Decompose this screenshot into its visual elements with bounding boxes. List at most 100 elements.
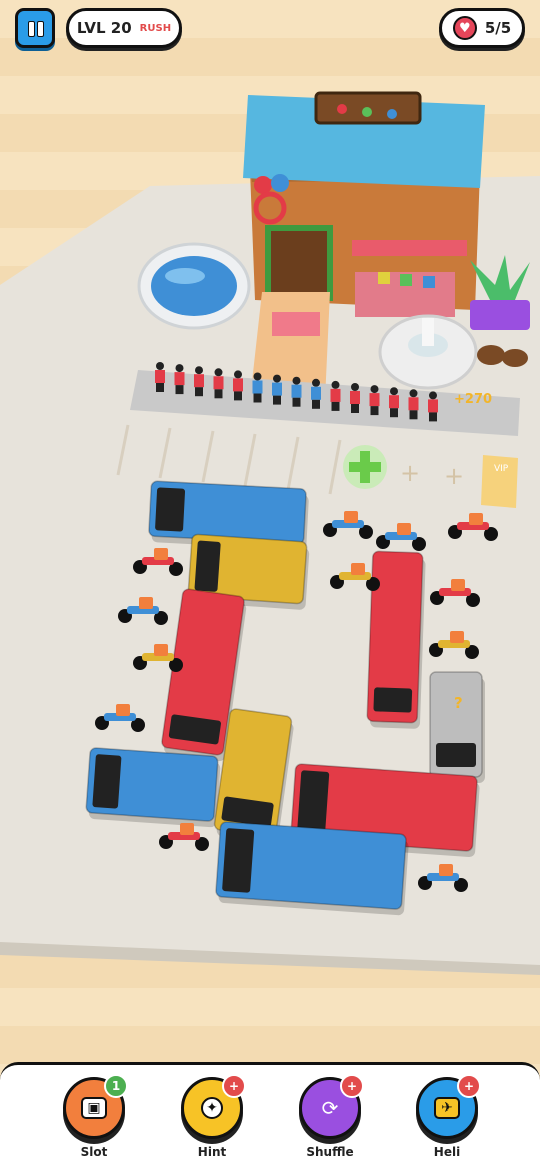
passenger-legs [331, 401, 340, 411]
passenger-legs [390, 408, 398, 418]
shuffle-button[interactable]: ⟳ + Shuffle [299, 1074, 364, 1159]
passenger-legs [273, 395, 281, 405]
locked-slot-plus: + [400, 459, 420, 487]
heli-circle: ✈ + [416, 1074, 481, 1139]
hint-button[interactable]: ✦ + Hint [181, 1074, 246, 1159]
passenger-head [195, 366, 203, 375]
motorbike-seat [180, 823, 194, 835]
passenger-head [331, 380, 340, 389]
level-badge: LVL 20 RUSH [66, 8, 182, 48]
passenger [291, 376, 302, 407]
passenger-head [214, 368, 223, 377]
pause-icon [37, 21, 44, 37]
passenger-body [174, 372, 185, 386]
passenger-legs [312, 399, 320, 409]
passenger-legs [253, 393, 262, 403]
passenger-head [156, 362, 164, 370]
van-blue[interactable] [85, 747, 221, 828]
passenger-head [292, 376, 301, 385]
passenger-head [429, 391, 437, 400]
passenger-legs [292, 397, 301, 407]
passenger [174, 364, 185, 395]
shop-building [243, 91, 485, 317]
mystery-vehicle[interactable] [429, 671, 485, 783]
passenger [252, 372, 263, 403]
passenger-legs [214, 389, 223, 399]
passenger-legs [175, 385, 184, 395]
passenger-legs [429, 412, 437, 422]
mystery-label: ? [454, 694, 463, 712]
passenger-body [350, 391, 360, 404]
passenger-head [253, 372, 262, 381]
slot-label: Slot [80, 1145, 108, 1159]
motorbike-seat [154, 644, 168, 656]
passenger-body [155, 370, 165, 383]
passenger-head [390, 387, 398, 396]
hint-circle: ✦ + [181, 1074, 246, 1139]
passenger [428, 391, 438, 422]
passenger-legs [195, 387, 203, 397]
passenger [233, 370, 243, 401]
vehicle-window [155, 487, 186, 532]
shuffle-label: Shuffle [306, 1145, 354, 1159]
passenger-body [213, 376, 224, 390]
passenger-body [194, 374, 204, 388]
passenger-head [312, 378, 320, 387]
slot-circle: ▣ 1 [63, 1074, 128, 1139]
passenger-body [272, 382, 282, 396]
passenger [350, 383, 360, 413]
shuffle-badge: + [340, 1074, 364, 1098]
vip-label: VIP [494, 464, 509, 474]
motorbike-seat [139, 597, 153, 609]
passenger [311, 378, 321, 409]
passenger [330, 380, 341, 411]
level-label: LVL 20 [76, 19, 132, 37]
passenger-body [233, 378, 243, 392]
pause-button[interactable] [15, 8, 55, 48]
passenger [369, 385, 380, 416]
passenger-body [408, 397, 419, 411]
heart-icon: ♥ [452, 16, 477, 40]
passenger-legs [370, 406, 379, 416]
passenger-head [370, 385, 379, 394]
bonus-score: +270 [454, 392, 492, 407]
passenger [389, 387, 399, 418]
pause-icon [28, 21, 35, 37]
vehicle-window [92, 754, 122, 809]
vehicle-window [222, 828, 255, 893]
slot-button[interactable]: ▣ 1 Slot [63, 1074, 128, 1159]
slot-badge: 1 [104, 1074, 128, 1098]
powerup-bar: ▣ 1 Slot ✦ + Hint ⟳ + Shuffle ✈ + Heli [0, 1062, 540, 1170]
bulb-icon: ✦ [201, 1097, 223, 1119]
passenger-head [234, 370, 242, 379]
lives-badge: ♥ 5/5 [439, 8, 525, 48]
hint-label: Hint [197, 1145, 227, 1159]
motorbike-seat [154, 548, 168, 560]
passenger [194, 366, 204, 397]
game-board: + + VIP +270 ? [0, 91, 540, 975]
hint-badge: + [222, 1074, 246, 1098]
passenger-body [330, 388, 341, 402]
motorbike-seat [351, 563, 365, 575]
bus-blue[interactable] [215, 821, 409, 916]
passenger-body [311, 386, 321, 400]
vip-slot[interactable] [481, 455, 518, 508]
heli-button[interactable]: ✈ + Heli [416, 1074, 481, 1159]
add-slot-plus[interactable] [343, 445, 387, 489]
passenger-body [369, 393, 380, 407]
shuffle-icon: ⟳ [321, 1096, 339, 1120]
passenger-body [291, 384, 302, 398]
passenger-legs [234, 391, 242, 401]
motorbike-seat [397, 523, 411, 535]
motorbike-seat [439, 864, 453, 876]
passenger-head [351, 383, 359, 391]
slot-icon: ▣ [81, 1097, 107, 1119]
motorbike-seat [450, 631, 464, 643]
shuffle-circle: ⟳ + [299, 1074, 364, 1139]
mode-label: RUSH [139, 22, 172, 34]
passenger-body [389, 395, 399, 409]
passenger-head [175, 364, 184, 373]
motorbike-seat [451, 579, 465, 591]
passenger [155, 362, 165, 392]
passenger-head [273, 374, 281, 383]
